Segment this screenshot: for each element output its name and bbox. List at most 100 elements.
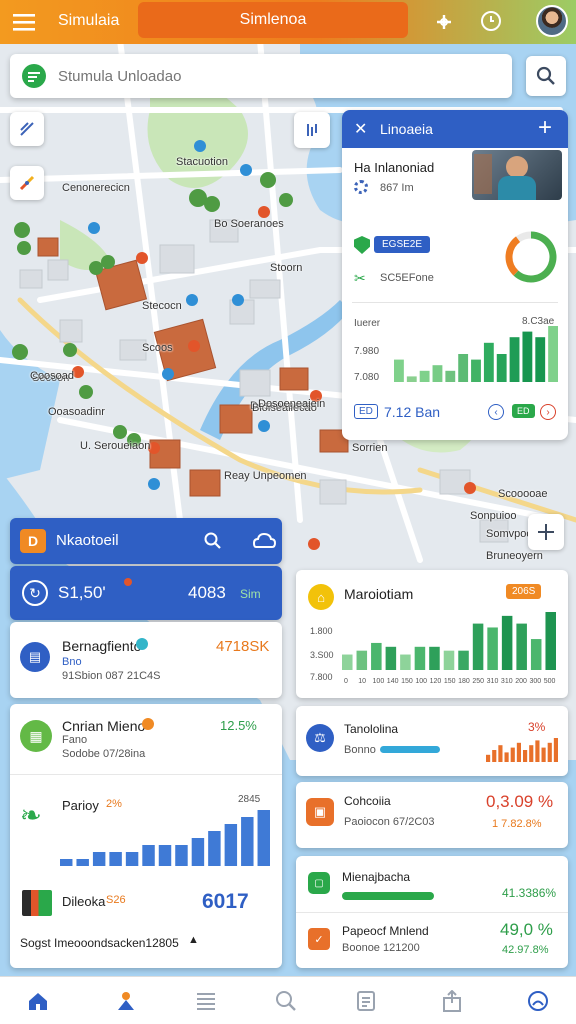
donut-segment: [516, 231, 532, 243]
next-icon[interactable]: ›: [540, 404, 556, 420]
app-logo-icon: [22, 64, 46, 88]
chart-bar: [76, 859, 89, 866]
list-nav-icon[interactable]: [192, 987, 220, 1015]
right-card-value: 3%: [528, 720, 546, 734]
crosshair-button[interactable]: [528, 514, 564, 550]
map-label: Reay Unpeomen: [224, 470, 307, 482]
list-card-1[interactable]: ▤ Bernagfiento Bno 91Sbion 087 21C4S 471…: [10, 622, 282, 698]
search-button[interactable]: [526, 56, 566, 96]
right-card-value: 41.3386%: [502, 886, 557, 900]
chart-bar: [142, 845, 155, 866]
chart-bar: [510, 747, 515, 762]
chart-bar: [509, 337, 520, 382]
left-panel-header: D Nkaotoeil: [10, 518, 282, 564]
up-arrow-icon: ▲: [188, 934, 199, 946]
footer-badge[interactable]: ED: [354, 404, 378, 419]
progress-bar: [380, 746, 440, 753]
footer-tag: ED: [512, 404, 535, 418]
chart-bar: [529, 745, 534, 762]
tool-icon[interactable]: [432, 10, 456, 34]
chart-bar: [432, 365, 443, 382]
stat-right-value: 4083: [188, 583, 226, 602]
center-title-button[interactable]: Simlenoa: [138, 2, 408, 38]
chart-x-label: 250: [472, 678, 484, 685]
map-label: Bruneoyern: [486, 550, 543, 562]
chart-x-label: 150: [401, 678, 413, 685]
chart-bar: [419, 370, 430, 382]
menu-icon[interactable]: [12, 10, 36, 34]
list-item-sub2: 91Sbion 087 21C4S: [62, 670, 161, 682]
chart-bar: [504, 752, 509, 762]
chart-bar: [443, 650, 455, 670]
avatar[interactable]: [536, 5, 568, 37]
chart-bar: [208, 831, 221, 866]
chart-x-label: 310: [487, 678, 499, 685]
chart-bar: [92, 852, 106, 866]
right-card-title: Tanololina: [344, 722, 399, 736]
home-nav-icon[interactable]: [24, 987, 52, 1015]
chart-x-label: 10: [358, 678, 366, 685]
right-ylabel-2: 7.800: [310, 672, 333, 682]
chart-bar: [394, 359, 404, 382]
prev-icon[interactable]: ‹: [488, 404, 504, 420]
chart-bar: [175, 845, 188, 866]
map-label: Scooooae: [498, 488, 548, 500]
right-ylabel-1: 3.S00: [310, 650, 334, 660]
right-card-value: 49,0 %: [500, 920, 553, 939]
ruler-tool-button[interactable]: [10, 112, 44, 146]
account-nav-icon[interactable]: [524, 987, 552, 1015]
chart-bar: [445, 370, 456, 382]
stat-right-sub: Sim: [240, 587, 261, 601]
right-card-sub: Boonoe 121200: [342, 942, 420, 954]
right-card-2[interactable]: ⚖ Tanololina Bonno 3%: [296, 706, 568, 776]
share-nav-icon[interactable]: [438, 987, 466, 1015]
stat-row: ↻ S1,50' 4083 Sim: [10, 566, 282, 620]
list-item-title: Cnrian Mieno: [62, 718, 146, 734]
people-nav-icon[interactable]: [112, 987, 140, 1015]
search-icon[interactable]: [202, 530, 224, 552]
chart-bar: [523, 750, 528, 762]
chart-bar: [385, 646, 397, 670]
chart-bar: [516, 623, 527, 670]
chart-bar: [530, 639, 542, 670]
list-item-sub2: Sodobe 07/28ina: [62, 748, 146, 760]
document-nav-icon[interactable]: [352, 987, 380, 1015]
ruler-icon: [20, 122, 34, 136]
add-icon[interactable]: +: [538, 114, 552, 142]
video-thumbnail[interactable]: [472, 150, 562, 200]
clock-icon[interactable]: [478, 8, 504, 34]
box-icon: ▣: [306, 798, 334, 826]
right-card-4[interactable]: ▢ Mienajbacha 41.3386% ✓ Papeocf Mnlend …: [296, 856, 568, 968]
search-nav-icon[interactable]: [272, 987, 300, 1015]
alert-dot: [124, 578, 132, 586]
cloud-icon[interactable]: [252, 530, 276, 552]
chart-bar: [498, 745, 503, 762]
sparkle-icon: ✕: [354, 121, 368, 138]
map-label: Dosoeneaiein: [258, 398, 326, 410]
chart-bar: [356, 650, 368, 670]
chart-bar: [487, 627, 498, 670]
map-label: Bo Soeranoes: [214, 218, 284, 230]
dileoka-title: Dileoka: [62, 894, 106, 909]
green-progress: [342, 892, 434, 900]
right-card-3[interactable]: ▣ Cohcoiia Paoiocon 67/2C03 0,3.09 % 1 7…: [296, 782, 568, 848]
right-card-title: Cohcoiia: [344, 794, 391, 808]
chart-ylabel-1: 7.980: [354, 346, 380, 357]
stack-icon: [22, 890, 52, 916]
chart-bar: [472, 623, 484, 670]
layers-tool-button[interactable]: [10, 166, 44, 200]
search-input[interactable]: [58, 64, 488, 88]
plant-icon: ❧: [20, 800, 42, 830]
chart-bar: [257, 810, 270, 866]
filter-tool-button[interactable]: [294, 112, 330, 148]
right-card-sub: Paoiocon 67/2C03: [344, 816, 435, 828]
search-icon: [536, 66, 555, 85]
right-card-value: 0,3.09 %: [486, 792, 554, 811]
search-bar[interactable]: [10, 54, 512, 98]
refresh-icon[interactable]: ↻: [22, 580, 48, 606]
app-title: Simulaia: [58, 12, 120, 29]
right-bar-chart: 0 10 100 140 150 100 120 150 180 250 310 310 200 300 5…: [342, 612, 556, 685]
overview-panel-title: Linoaeia: [380, 121, 433, 137]
verified-icon: [136, 638, 148, 650]
chart-bar: [541, 747, 546, 762]
